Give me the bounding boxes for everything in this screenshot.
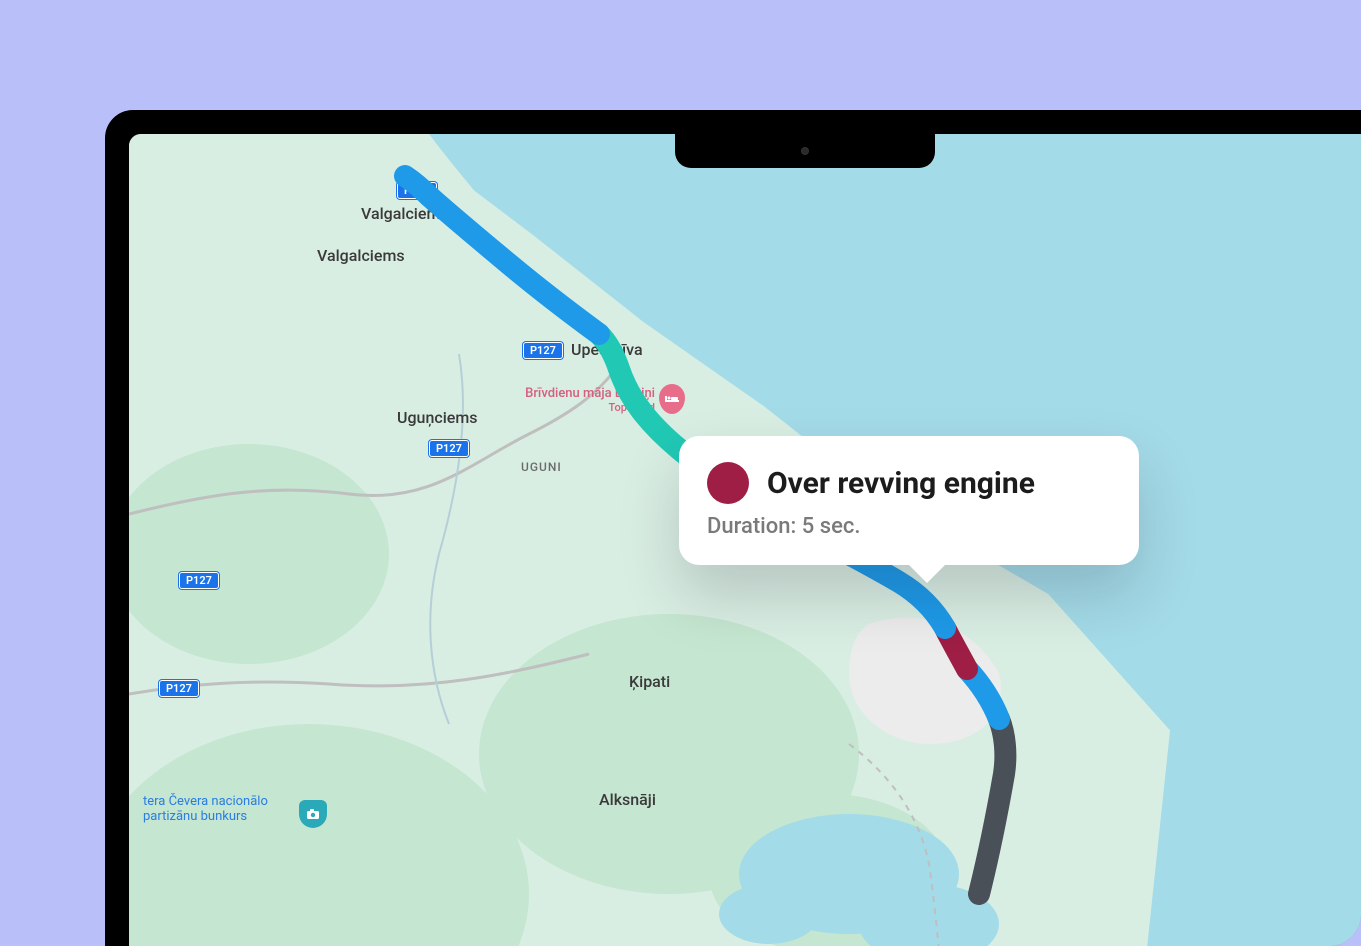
outer-card: P131 P127 P127 P127 P127 Valgalciems Val… xyxy=(0,0,1361,946)
event-duration: Duration: 5 sec. xyxy=(707,514,1103,539)
road-shield-p127: P127 xyxy=(429,440,469,457)
event-color-dot-icon xyxy=(707,462,749,504)
city-label-alksnaji: Alksnāji xyxy=(599,790,656,809)
road-shield-p127: P127 xyxy=(179,572,219,589)
map-screen[interactable]: P131 P127 P127 P127 P127 Valgalciems Val… xyxy=(129,134,1361,946)
city-label-valgalciems: Valgalciems xyxy=(317,246,405,265)
city-label-upesgriva: Upesgrīva xyxy=(571,340,643,359)
poi-name: Brīvdienu māja Bērziņi xyxy=(525,386,655,401)
laptop-notch xyxy=(675,134,935,168)
poi-subtext: Top rated xyxy=(485,401,655,414)
laptop-frame: P131 P127 P127 P127 P127 Valgalciems Val… xyxy=(105,110,1361,946)
poi-label-partizanu[interactable]: tera Čevera nacionālo partizānu bunkurs xyxy=(143,794,323,824)
road-shield-p127: P127 xyxy=(523,342,563,359)
road-shield-p131: P131 xyxy=(397,182,437,199)
event-title: Over revving engine xyxy=(767,466,1035,501)
city-label-valgalciems-top: Valgalciems xyxy=(361,204,449,223)
city-label-ugunciems: Uguņciems xyxy=(397,408,478,427)
road-shield-p127: P127 xyxy=(159,680,199,697)
poi-label-brivdienu[interactable]: Brīvdienu māja Bērziņi Top rated xyxy=(485,386,655,414)
area-label-uguni: UGUNI xyxy=(521,460,562,474)
camera-icon xyxy=(801,147,809,155)
city-label-kipati: Ķipati xyxy=(629,672,670,691)
event-tooltip: Over revving engine Duration: 5 sec. xyxy=(679,436,1139,565)
